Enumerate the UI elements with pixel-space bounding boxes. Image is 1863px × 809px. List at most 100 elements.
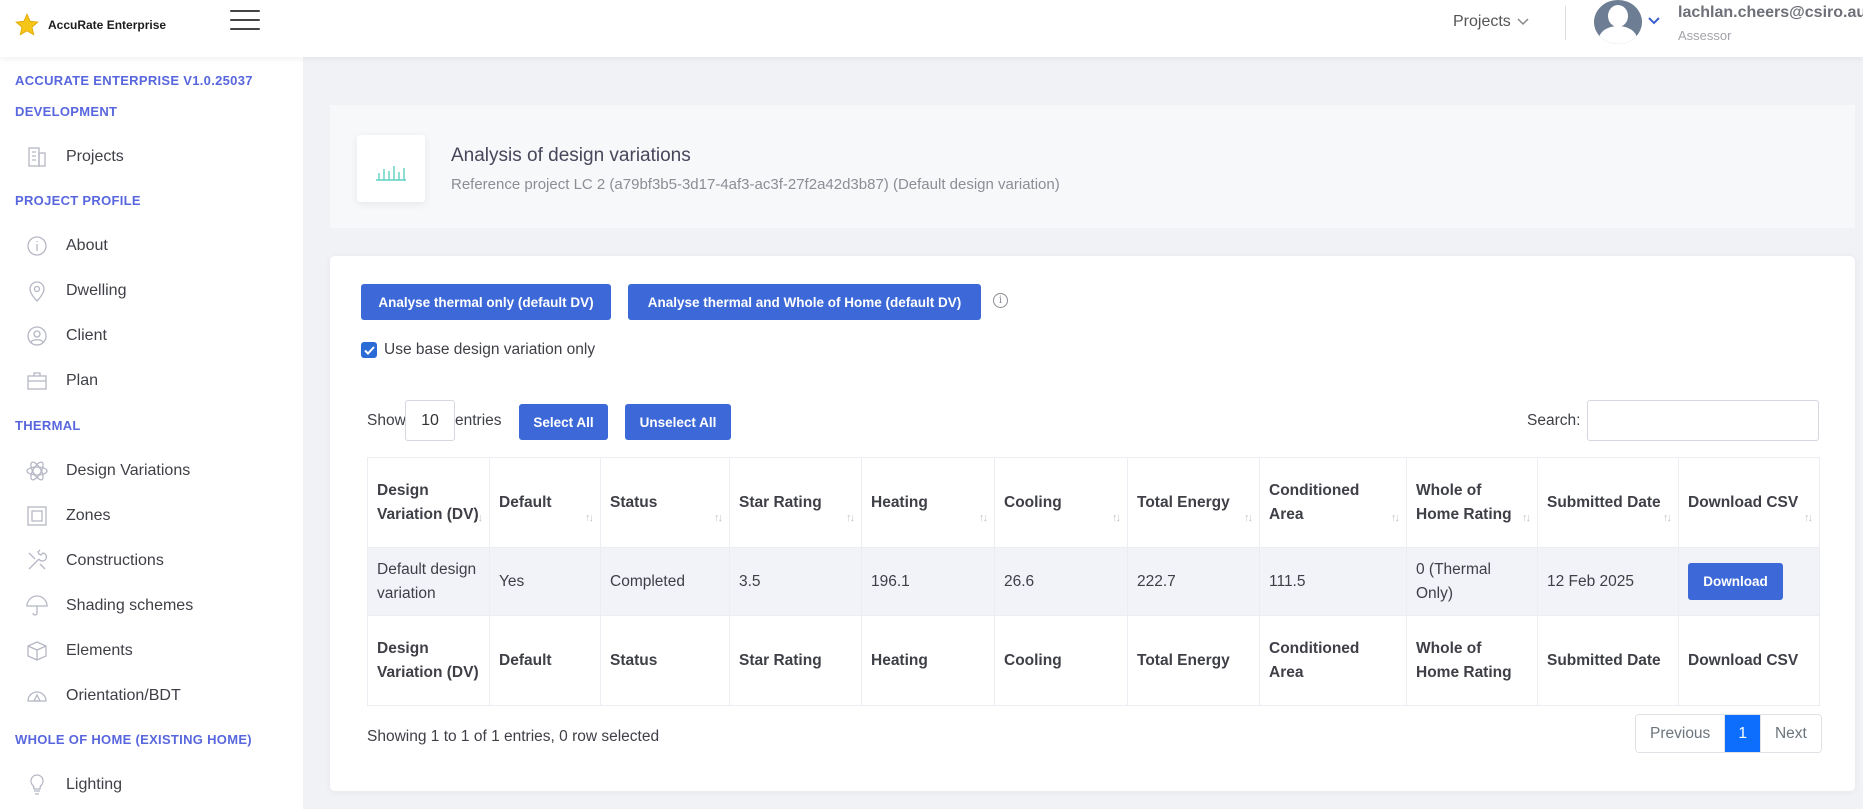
unselect-all-button[interactable]: Unselect All xyxy=(625,404,731,440)
sort-icon[interactable]: ↑↓ xyxy=(1522,506,1531,530)
menu-toggle-icon[interactable] xyxy=(230,10,260,32)
footer-submitted-date: Submitted Date xyxy=(1537,615,1679,706)
star-logo-icon xyxy=(15,13,39,36)
col-header-heating[interactable]: Heating ↑↓ xyxy=(861,457,995,548)
sidebar-item-plan[interactable]: Plan xyxy=(25,369,98,393)
sort-icon[interactable]: ↑↓ xyxy=(1244,506,1253,530)
use-base-dv-checkbox-row[interactable]: Use base design variation only xyxy=(361,341,595,359)
pagination-previous[interactable]: Previous xyxy=(1636,715,1726,752)
table-info: Showing 1 to 1 of 1 entries, 0 row selec… xyxy=(367,728,660,745)
projects-menu-label: Projects xyxy=(1453,13,1511,30)
sidebar-item-orientation-bdt[interactable]: Orientation/BDT xyxy=(25,684,181,708)
select-all-button[interactable]: Select All xyxy=(519,404,608,440)
sidebar-item-projects[interactable]: Projects xyxy=(25,145,124,169)
col-header-label: Total Energy xyxy=(1137,493,1230,511)
col-header-star-rating[interactable]: Star Rating ↑↓ xyxy=(729,457,862,548)
sort-icon[interactable]: ↑↓ xyxy=(1663,506,1672,530)
pagination-next[interactable]: Next xyxy=(1760,715,1821,752)
sort-icon[interactable]: ↑↓ xyxy=(1804,506,1813,530)
pagination-page[interactable]: 1 xyxy=(1725,715,1761,752)
col-header-design-variation[interactable]: Design Variation (DV) ↑↓ xyxy=(367,457,490,548)
sidebar-item-about[interactable]: About xyxy=(25,234,108,258)
sort-icon[interactable]: ↑↓ xyxy=(979,506,988,530)
entries-label: entries xyxy=(455,412,502,429)
col-header-download-csv[interactable]: Download CSV ↑↓ xyxy=(1678,457,1820,548)
sidebar-item-constructions[interactable]: Constructions xyxy=(25,549,164,573)
lightbulb-icon xyxy=(25,773,49,797)
sidebar-item-label: Lighting xyxy=(66,776,123,793)
app-logo[interactable]: AccuRate Enterprise xyxy=(14,12,166,38)
sort-icon[interactable]: ↑↓ xyxy=(474,506,483,530)
col-header-conditioned-area[interactable]: Conditioned Area ↑↓ xyxy=(1259,457,1407,548)
footer-default: Default xyxy=(489,615,601,706)
sidebar-item-shading-schemes[interactable]: Shading schemes xyxy=(25,594,193,618)
footer-total-energy: Total Energy xyxy=(1127,615,1260,706)
sort-icon[interactable]: ↑↓ xyxy=(714,506,723,530)
compass-icon xyxy=(25,684,49,708)
page-description: Reference project LC 2 (a79bf3b5-3d17-4a… xyxy=(451,176,1060,193)
col-header-total-energy[interactable]: Total Energy ↑↓ xyxy=(1127,457,1260,548)
footer-conditioned-area: Conditioned Area xyxy=(1259,615,1407,706)
sidebar-item-client[interactable]: Client xyxy=(25,324,107,348)
sidebar-item-zones[interactable]: Zones xyxy=(25,504,110,528)
sidebar-item-label: Orientation/BDT xyxy=(66,687,181,704)
check-icon xyxy=(363,345,375,355)
cell-download-csv: Download xyxy=(1678,547,1820,616)
sidebar-item-elements[interactable]: Elements xyxy=(25,639,133,663)
col-header-cooling[interactable]: Cooling ↑↓ xyxy=(994,457,1128,548)
bar-chart-icon xyxy=(357,135,425,202)
col-header-status[interactable]: Status ↑↓ xyxy=(600,457,730,548)
avatar[interactable] xyxy=(1594,0,1642,44)
sidebar-item-label: Dwelling xyxy=(66,282,127,299)
cell-total-energy: 222.7 xyxy=(1127,547,1260,616)
user-email: lachlan.cheers@csiro.au xyxy=(1678,4,1863,21)
col-header-submitted-date[interactable]: Submitted Date ↑↓ xyxy=(1537,457,1679,548)
cell-cooling: 26.6 xyxy=(994,547,1128,616)
cell-default: Yes xyxy=(489,547,601,616)
sidebar-item-lighting[interactable]: Lighting xyxy=(25,773,122,797)
footer-star-rating: Star Rating xyxy=(729,615,862,706)
info-icon[interactable]: i xyxy=(993,293,1008,308)
col-header-whole-of-home-rating[interactable]: Whole of Home Rating ↑↓ xyxy=(1406,457,1538,548)
entries-select[interactable]: 10 xyxy=(405,400,455,441)
download-button[interactable]: Download xyxy=(1688,563,1783,600)
cell-design-variation: Default design variation xyxy=(367,547,490,616)
page-title: Analysis of design variations xyxy=(451,145,691,166)
col-header-default[interactable]: Default ↑↓ xyxy=(489,457,601,548)
analyse-whole-of-home-button[interactable]: Analyse thermal and Whole of Home (defau… xyxy=(628,284,981,320)
use-base-dv-label: Use base design variation only xyxy=(384,341,596,358)
sort-icon[interactable]: ↑↓ xyxy=(1391,506,1400,530)
cell-submitted-date: 12 Feb 2025 xyxy=(1537,547,1679,616)
sort-icon[interactable]: ↑↓ xyxy=(1112,506,1121,530)
sidebar-item-label: Zones xyxy=(66,507,111,524)
user-menu-chevron-icon[interactable] xyxy=(1648,17,1660,25)
col-header-label: Status xyxy=(610,493,658,511)
box-icon xyxy=(25,639,49,663)
sidebar-item-design-variations[interactable]: Design Variations xyxy=(25,459,190,483)
search-input[interactable] xyxy=(1587,400,1819,441)
umbrella-icon xyxy=(25,594,49,618)
section-title-project-profile: PROJECT PROFILE xyxy=(15,193,141,208)
section-title-whole-of-home: WHOLE OF HOME (EXISTING HOME) xyxy=(15,732,252,747)
zones-icon xyxy=(25,504,49,528)
show-label: Show xyxy=(367,412,406,429)
atom-icon xyxy=(25,459,49,483)
col-header-label: Cooling xyxy=(1004,493,1062,511)
col-header-label: Star Rating xyxy=(739,493,822,511)
footer-download-csv: Download CSV xyxy=(1678,615,1820,706)
search-label: Search: xyxy=(1527,412,1581,429)
use-base-dv-checkbox[interactable] xyxy=(361,342,377,358)
sidebar-item-label: Shading schemes xyxy=(66,597,194,614)
analyse-thermal-button[interactable]: Analyse thermal only (default DV) xyxy=(361,284,611,320)
projects-menu[interactable]: Projects xyxy=(1453,13,1529,31)
sort-icon[interactable]: ↑↓ xyxy=(585,506,594,530)
sort-icon[interactable]: ↑↓ xyxy=(846,506,855,530)
table-row[interactable]: Default design variation Yes Completed 3… xyxy=(367,547,1820,616)
footer-design-variation: Design Variation (DV) xyxy=(367,615,490,706)
table-header-row: Design Variation (DV) ↑↓ Default ↑↓ Status… xyxy=(367,457,1820,548)
sidebar-item-label: Design Variations xyxy=(66,462,191,479)
sidebar-item-dwelling[interactable]: Dwelling xyxy=(25,279,126,303)
cell-whole-of-home-rating: 0 (Thermal Only) xyxy=(1406,547,1538,616)
sidebar-item-label: About xyxy=(66,237,108,254)
header-divider xyxy=(1565,6,1566,40)
